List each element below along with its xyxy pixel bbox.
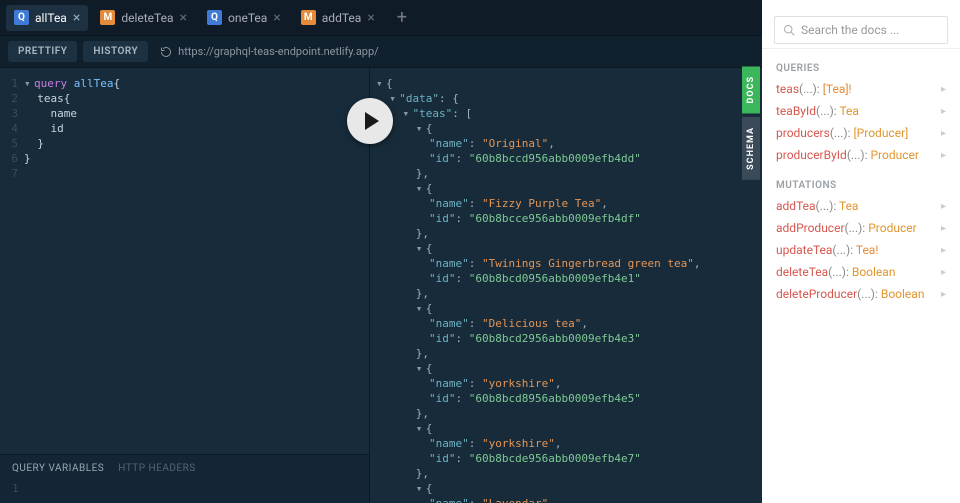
docs-entry-updateTea[interactable]: updateTea(...): Tea!▸ [762,239,960,261]
close-icon[interactable]: × [273,10,280,26]
query-badge: Q [14,10,29,25]
search-icon [783,24,795,36]
tab-label: deleteTea [121,11,173,25]
tab-http-headers[interactable]: HTTP HEADERS [118,463,195,474]
tab-label: oneTea [228,11,267,25]
close-icon[interactable]: × [367,10,374,26]
tab-label: allTea [35,11,67,25]
docs-panel: DOCS SCHEMA Search the docs ... QUERIES … [762,0,960,503]
variables-editor[interactable]: 1 [12,482,357,495]
close-icon[interactable]: × [73,10,80,26]
chevron-right-icon: ▸ [941,267,946,278]
prettify-button[interactable]: PRETTIFY [8,41,77,62]
tab-onetea[interactable]: Q oneTea × [199,5,289,31]
search-placeholder: Search the docs ... [801,23,899,37]
query-badge: Q [207,10,222,25]
docs-entry-addTea[interactable]: addTea(...): Tea▸ [762,195,960,217]
result-panel[interactable]: ▾{ ▾"data": { ▾"teas": [ ▾{ "name": "Ori… [370,68,762,503]
endpoint-url: https://graphql-teas-endpoint.netlify.ap… [178,45,379,58]
variables-panel: QUERY VARIABLES HTTP HEADERS 1 [0,454,369,503]
docs-entry-addProducer[interactable]: addProducer(...): Producer▸ [762,217,960,239]
docs-entry-producerById[interactable]: producerById(...): Producer▸ [762,144,960,166]
execute-button[interactable] [347,98,393,144]
toolbar: PRETTIFY HISTORY https://graphql-teas-en… [0,36,762,68]
refresh-icon [160,46,172,58]
tab-alltea[interactable]: Q allTea × [6,5,88,31]
play-icon [365,112,379,130]
section-mutations: MUTATIONS [762,166,960,195]
tab-query-variables[interactable]: QUERY VARIABLES [12,463,104,474]
line-gutter: 1 2 3 4 5 6 7 [0,76,24,454]
chevron-right-icon: ▸ [941,245,946,256]
chevron-right-icon: ▸ [941,201,946,212]
section-queries: QUERIES [762,49,960,78]
chevron-right-icon: ▸ [941,223,946,234]
close-icon[interactable]: × [180,10,187,26]
history-button[interactable]: HISTORY [83,41,148,62]
chevron-right-icon: ▸ [941,128,946,139]
add-tab-button[interactable]: + [389,5,415,31]
query-editor[interactable]: 1 2 3 4 5 6 7 ▾query allTea{ teas{ name … [0,68,369,454]
tab-addtea[interactable]: M addTea × [293,5,383,31]
editor-tabs: Q allTea × M deleteTea × Q oneTea × M ad… [0,0,762,36]
endpoint-display[interactable]: https://graphql-teas-endpoint.netlify.ap… [154,45,379,58]
docs-search-input[interactable]: Search the docs ... [774,16,948,44]
tab-deletetea[interactable]: M deleteTea × [92,5,195,31]
tab-label: addTea [322,11,362,25]
chevron-right-icon: ▸ [941,106,946,117]
docs-entry-deleteProducer[interactable]: deleteProducer(...): Boolean▸ [762,283,960,305]
chevron-right-icon: ▸ [941,84,946,95]
mutation-badge: M [100,10,115,25]
docs-entry-producers[interactable]: producers(...): [Producer]▸ [762,122,960,144]
mutation-badge: M [301,10,316,25]
docs-entry-teas[interactable]: teas(...): [Tea]!▸ [762,78,960,100]
chevron-right-icon: ▸ [941,150,946,161]
schema-tab[interactable]: SCHEMA [742,117,760,180]
chevron-right-icon: ▸ [941,289,946,300]
docs-entry-deleteTea[interactable]: deleteTea(...): Boolean▸ [762,261,960,283]
docs-tab[interactable]: DOCS [742,66,760,113]
query-code[interactable]: ▾query allTea{ teas{ name id } } [24,76,120,454]
docs-entry-teaById[interactable]: teaById(...): Tea▸ [762,100,960,122]
